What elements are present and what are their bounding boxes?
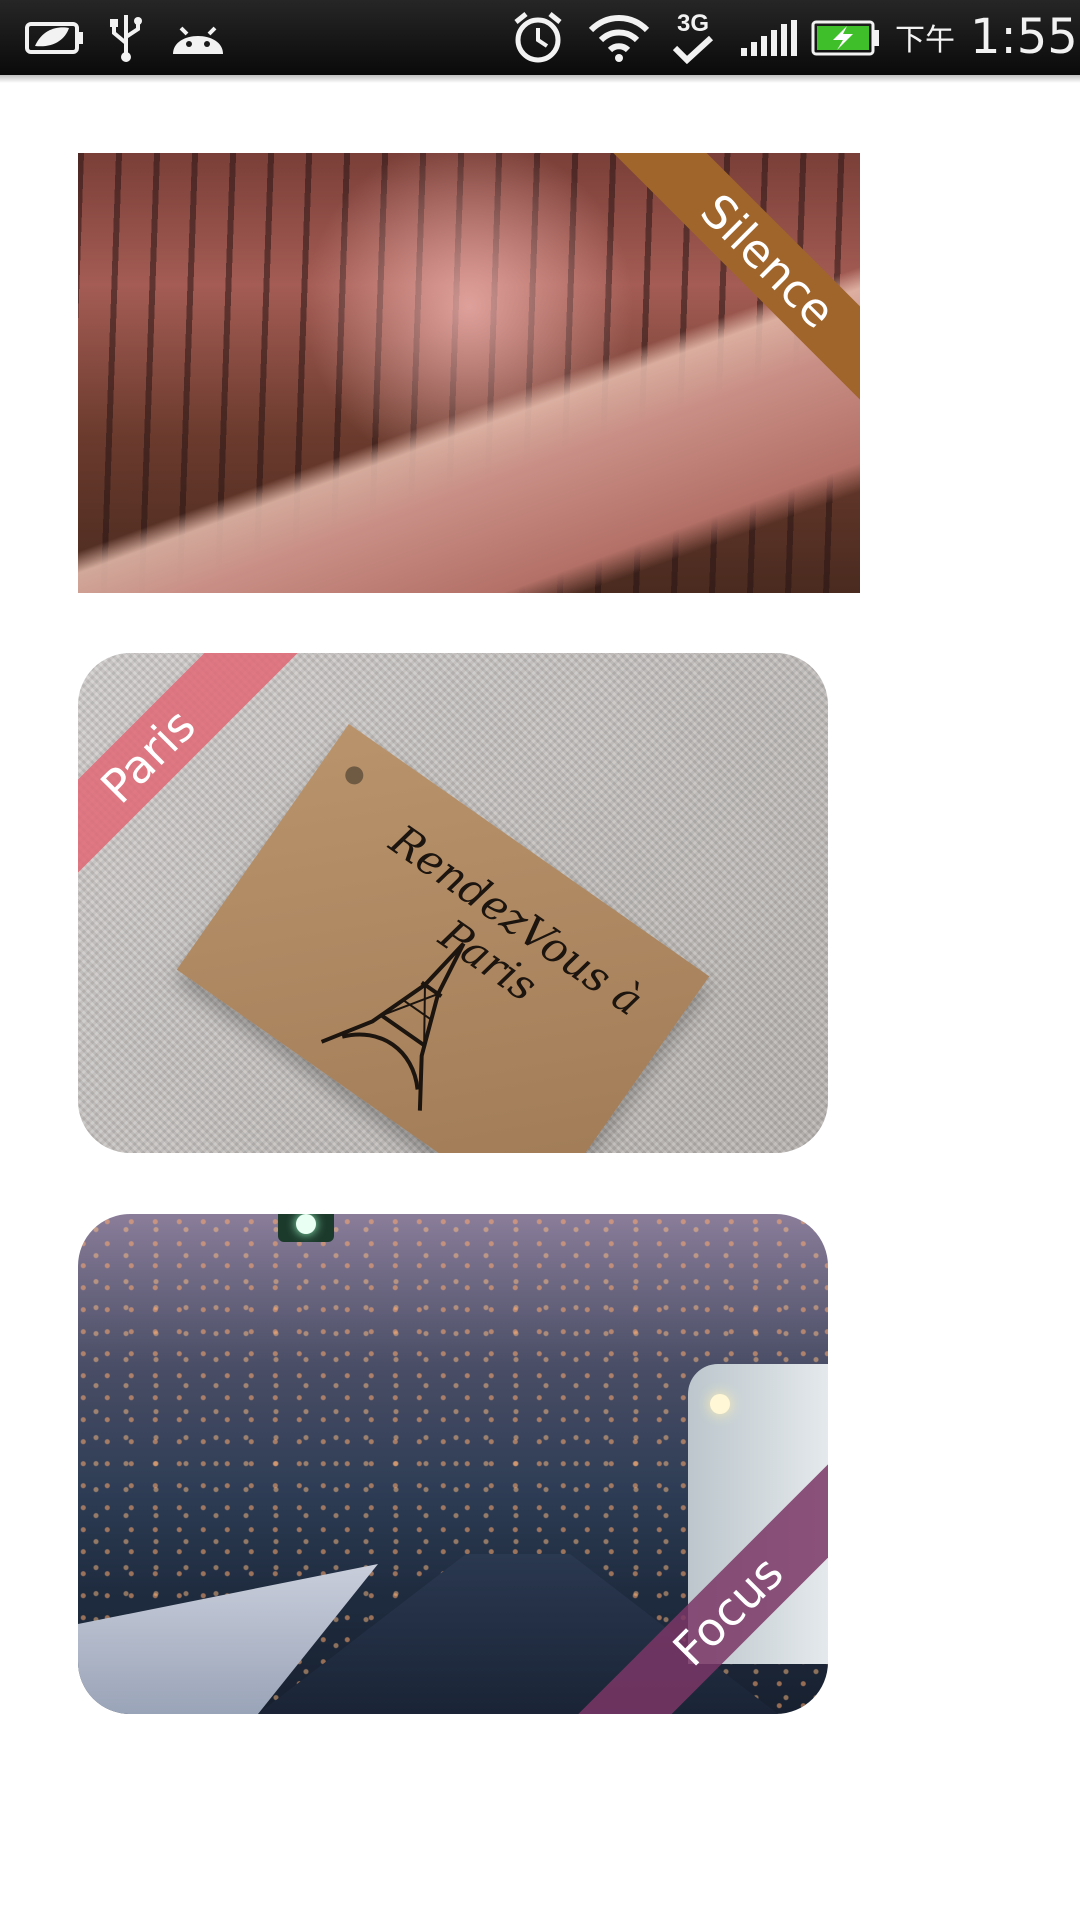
battery-charging-icon	[810, 0, 882, 75]
traffic-light	[278, 1214, 334, 1242]
card-paris[interactable]: RendezVous à Paris Paris	[78, 653, 828, 1153]
battery-saver-icon	[22, 0, 88, 75]
tag-hole	[341, 762, 367, 788]
status-time: 1:55	[970, 9, 1078, 65]
usb-icon	[104, 0, 148, 75]
card-silence[interactable]: Silence	[78, 153, 860, 593]
status-bar: 3G 下午 1:55	[0, 0, 1080, 83]
android-icon	[168, 0, 228, 75]
status-bar-shadow	[0, 75, 1080, 83]
status-ampm: 下午	[895, 23, 955, 58]
bus-light	[710, 1394, 730, 1414]
alarm-icon	[508, 0, 568, 75]
signal-icon	[738, 0, 798, 75]
card-focus[interactable]: Focus	[78, 1214, 828, 1714]
wifi-icon	[586, 0, 652, 75]
network-3g-icon: 3G	[668, 0, 718, 75]
